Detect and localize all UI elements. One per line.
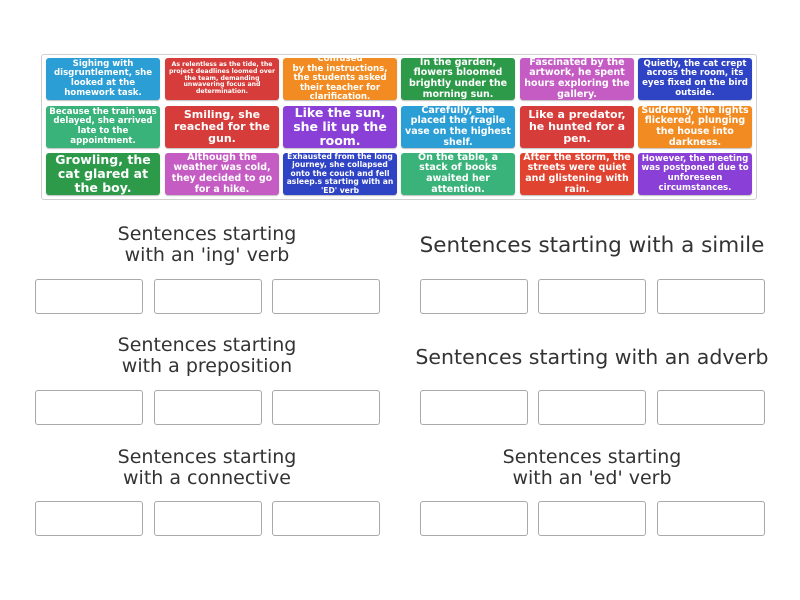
card-fascinated[interactable]: Fascinated by the artwork, he spent hour…	[520, 58, 634, 100]
group-heading-adverb: Sentences starting with an adverb	[415, 345, 769, 369]
card-in-the-garden[interactable]: In the garden, flowers bloomed brightly …	[401, 58, 515, 100]
group-heading-ed-verb: Sentences starting with an 'ed' verb	[502, 446, 682, 489]
drop-slot-ing-verb-3[interactable]	[272, 279, 380, 314]
drop-slot-preposition-1[interactable]	[35, 390, 143, 425]
card-confused[interactable]: Confused by the instructions, the studen…	[283, 58, 397, 100]
card-like-the-sun[interactable]: Like the sun, she lit up the room.	[283, 106, 397, 148]
drop-slot-connective-2[interactable]	[154, 501, 262, 536]
card-on-the-table[interactable]: On the table, a stack of books awaited h…	[401, 153, 515, 195]
drop-slot-adverb-2[interactable]	[538, 390, 646, 425]
card-suddenly[interactable]: Suddenly, the lights flickered, plunging…	[638, 106, 752, 148]
drop-slot-ing-verb-2[interactable]	[154, 279, 262, 314]
drop-slot-simile-1[interactable]	[420, 279, 528, 314]
drop-slot-simile-2[interactable]	[538, 279, 646, 314]
drop-slot-preposition-2[interactable]	[154, 390, 262, 425]
card-like-a-predator[interactable]: Like a predator, he hunted for a pen.	[520, 106, 634, 148]
card-after-the-storm[interactable]: After the storm, the streets were quiet …	[520, 153, 634, 195]
card-carefully[interactable]: Carefully, she placed the fragile vase o…	[401, 106, 515, 148]
card-although[interactable]: Although the weather was cold, they deci…	[165, 153, 279, 195]
drop-slot-ing-verb-1[interactable]	[35, 279, 143, 314]
drop-slot-connective-1[interactable]	[35, 501, 143, 536]
card-growling[interactable]: Growling, the cat glared at the boy.	[46, 153, 160, 195]
card-however[interactable]: However, the meeting was postponed due t…	[638, 153, 752, 195]
card-smiling[interactable]: Smiling, she reached for the gun.	[165, 106, 279, 148]
group-heading-preposition: Sentences starting with a preposition	[117, 334, 297, 377]
drop-slot-simile-3[interactable]	[657, 279, 765, 314]
card-sighing[interactable]: Sighing with disgruntlement, she looked …	[46, 58, 160, 100]
group-heading-simile: Sentences starting with a simile	[419, 233, 765, 258]
card-because[interactable]: Because the train was delayed, she arriv…	[46, 106, 160, 148]
group-heading-ing-verb: Sentences starting with an 'ing' verb	[117, 223, 297, 266]
card-as-relentless[interactable]: As relentless as the tide, the project d…	[165, 58, 279, 100]
group-heading-connective: Sentences starting with a connective	[117, 446, 297, 489]
drop-slot-adverb-3[interactable]	[657, 390, 765, 425]
drop-slot-ed-verb-2[interactable]	[538, 501, 646, 536]
drop-slot-ed-verb-3[interactable]	[657, 501, 765, 536]
drop-slot-adverb-1[interactable]	[420, 390, 528, 425]
card-quietly[interactable]: Quietly, the cat crept across the room, …	[638, 58, 752, 100]
drop-slot-ed-verb-1[interactable]	[420, 501, 528, 536]
drop-slot-connective-3[interactable]	[272, 501, 380, 536]
card-exhausted[interactable]: Exhausted from the long journey, she col…	[283, 153, 397, 195]
drop-slot-preposition-3[interactable]	[272, 390, 380, 425]
